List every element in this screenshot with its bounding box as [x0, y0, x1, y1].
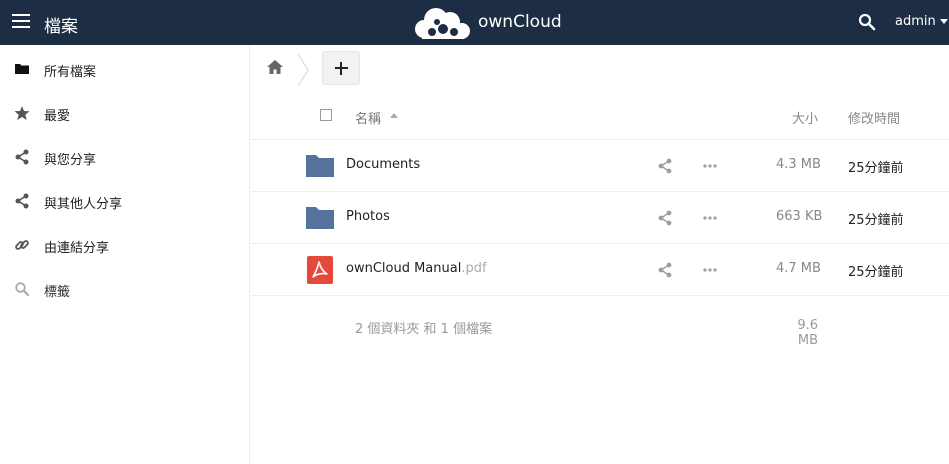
file-name-text: ownCloud Manual	[346, 261, 462, 276]
star-icon	[14, 106, 30, 120]
file-size: 4.7 MB	[776, 261, 821, 276]
share-icon[interactable]	[657, 210, 673, 226]
new-button[interactable]	[322, 51, 360, 85]
select-all-checkbox[interactable]	[320, 109, 332, 121]
sidebar-item-label: 與您分享	[44, 153, 97, 168]
sidebar-item-shared-by-link[interactable]: 由連結分享	[0, 222, 249, 266]
file-name[interactable]: Documents	[346, 157, 420, 172]
share-icon	[15, 193, 29, 209]
sidebar-item-shared-with-others[interactable]: 與其他人分享	[0, 178, 249, 222]
file-size: 663 KB	[776, 209, 823, 224]
brand-name: ownCloud	[478, 12, 562, 32]
hamburger-menu-icon[interactable]	[12, 14, 30, 30]
summary-info: 2 個資料夾 和 1 個檔案	[355, 322, 493, 337]
home-icon[interactable]	[266, 59, 284, 75]
user-menu[interactable]: admin	[895, 14, 948, 29]
sidebar-item-tags[interactable]: 標籤	[0, 266, 249, 310]
sidebar-item-favorites[interactable]: 最愛	[0, 90, 249, 134]
owncloud-logo-icon	[415, 8, 470, 39]
more-options-icon[interactable]	[702, 158, 718, 174]
folder-icon	[15, 64, 29, 74]
sidebar-item-all-files[interactable]: 所有檔案	[0, 46, 249, 90]
sidebar-item-label: 標籤	[44, 285, 71, 300]
link-icon	[15, 240, 29, 250]
more-options-icon[interactable]	[702, 262, 718, 278]
file-list-header: 名稱 大小 修改時間	[250, 95, 949, 140]
sidebar: 所有檔案 最愛 與您分享 與其他人分享 由連結分享 標籤	[0, 45, 250, 464]
file-name-text: Photos	[346, 209, 390, 224]
sidebar-item-label: 最愛	[44, 109, 71, 124]
share-icon	[15, 149, 29, 165]
search-icon[interactable]	[858, 13, 876, 31]
file-list-summary: 2 個資料夾 和 1 個檔案 9.6 MB	[250, 300, 949, 350]
pdf-file-icon	[307, 256, 333, 284]
file-modified: 25分鐘前	[848, 265, 904, 280]
share-icon[interactable]	[657, 262, 673, 278]
sidebar-item-label: 所有檔案	[44, 65, 97, 80]
file-name-text: Documents	[346, 157, 421, 172]
share-icon[interactable]	[657, 158, 673, 174]
file-modified: 25分鐘前	[848, 213, 904, 228]
summary-total-size: 9.6 MB	[797, 318, 818, 348]
top-header: 檔案 ownCloud admin	[0, 0, 949, 45]
sidebar-item-label: 與其他人分享	[44, 197, 123, 212]
sort-ascending-icon[interactable]	[390, 113, 398, 118]
breadcrumb	[250, 45, 949, 95]
app-title[interactable]: 檔案	[44, 12, 78, 37]
file-size: 4.3 MB	[776, 157, 821, 172]
more-options-icon[interactable]	[702, 210, 718, 226]
file-extension: .pdf	[461, 261, 487, 276]
sidebar-item-shared-with-you[interactable]: 與您分享	[0, 134, 249, 178]
file-row-documents[interactable]: Documents 4.3 MB 25分鐘前	[250, 140, 949, 192]
file-row-photos[interactable]: Photos 663 KB 25分鐘前	[250, 192, 949, 244]
column-header-size[interactable]: 大小	[792, 108, 818, 127]
user-name: admin	[895, 14, 936, 29]
file-modified: 25分鐘前	[848, 161, 904, 176]
chevron-down-icon	[939, 19, 948, 24]
column-header-modified[interactable]: 修改時間	[848, 108, 900, 127]
file-name[interactable]: Photos	[346, 209, 390, 224]
folder-icon	[306, 155, 334, 177]
breadcrumb-separator-icon	[297, 53, 309, 87]
sidebar-item-label: 由連結分享	[44, 241, 110, 256]
column-header-name[interactable]: 名稱	[355, 108, 381, 127]
search-icon	[15, 282, 30, 297]
folder-icon	[306, 207, 334, 229]
file-name[interactable]: ownCloud Manual.pdf	[346, 261, 487, 276]
file-row-owncloud-manual[interactable]: ownCloud Manual.pdf 4.7 MB 25分鐘前	[250, 244, 949, 296]
